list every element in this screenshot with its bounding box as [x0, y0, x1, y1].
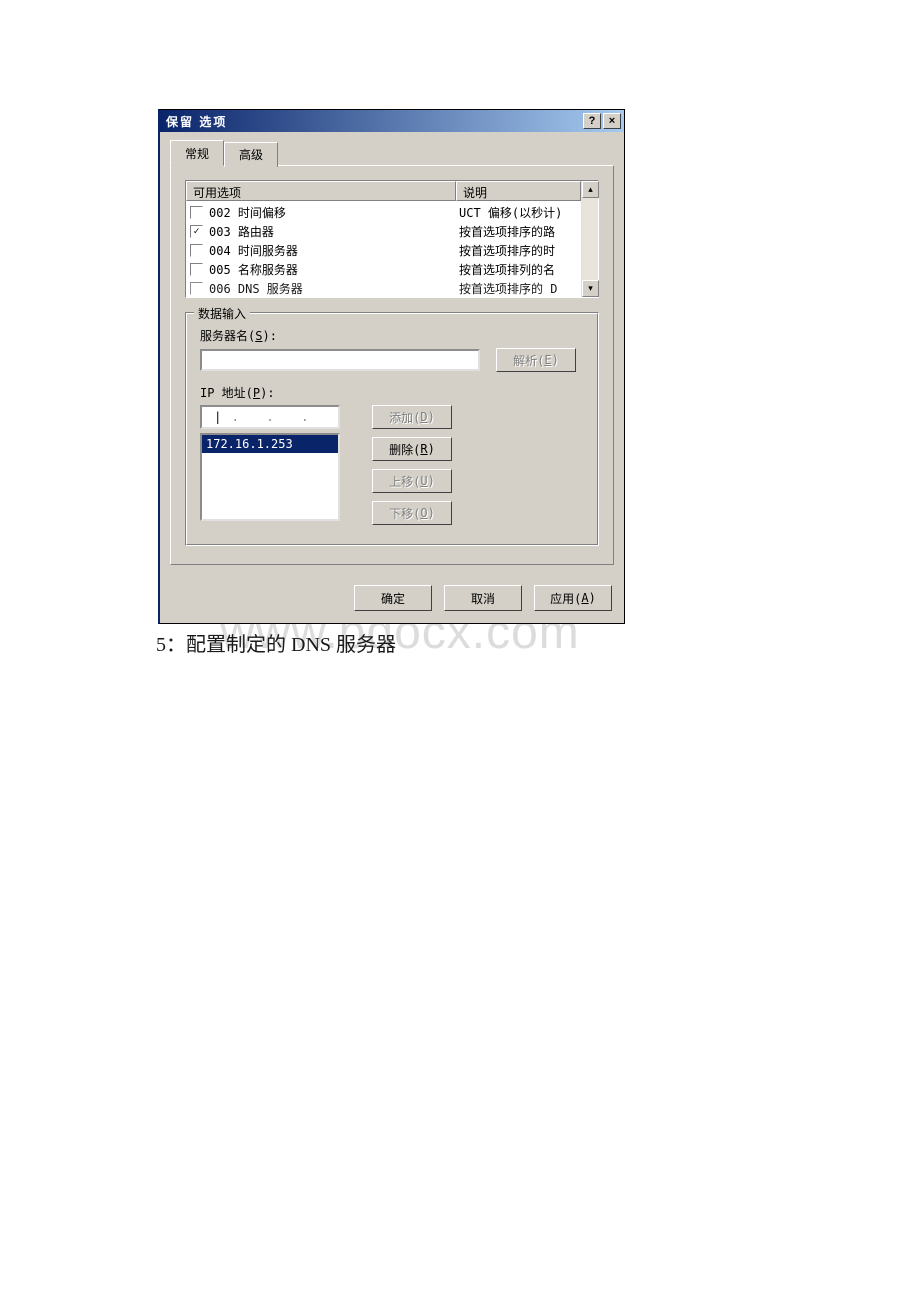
tab-strip: 常规 高级 [170, 140, 614, 165]
option-row-005[interactable]: 005 名称服务器 按首选项排列的名 [186, 260, 581, 279]
data-entry-legend: 数据输入 [194, 305, 250, 322]
option-row-002[interactable]: 002 时间偏移 UCT 偏移(以秒计) [186, 203, 581, 222]
server-name-input[interactable] [200, 349, 480, 371]
option-name: 004 时间服务器 [209, 242, 459, 259]
tab-advanced[interactable]: 高级 [224, 142, 278, 167]
page-caption: 5：配置制定的 DNS 服务器 [156, 628, 396, 657]
scroll-up-icon[interactable]: ▴ [582, 181, 599, 198]
server-name-label: 服务器名(S): [200, 327, 584, 344]
titlebar: 保留 选项 ? × [160, 110, 624, 132]
option-desc: UCT 偏移(以秒计) [459, 204, 577, 221]
scroll-down-icon[interactable]: ▾ [582, 280, 599, 297]
checkbox-005[interactable] [190, 263, 203, 276]
ip-address-list[interactable]: 172.16.1.253 [200, 433, 340, 521]
option-name: 006 DNS 服务器 [209, 280, 459, 297]
dialog-button-row: 确定 取消 应用(A) [160, 575, 624, 623]
ip-list-item-selected[interactable]: 172.16.1.253 [202, 435, 338, 453]
tab-general[interactable]: 常规 [170, 140, 224, 166]
move-down-button[interactable]: 下移(O) [372, 501, 452, 525]
resolve-button[interactable]: 解析(E) [496, 348, 576, 372]
options-header: 可用选项 说明 [186, 181, 581, 201]
remove-button[interactable]: 删除(R) [372, 437, 452, 461]
ip-address-label: IP 地址(P): [200, 384, 584, 401]
vertical-scrollbar[interactable]: ▴ ▾ [581, 181, 598, 297]
col-header-description[interactable]: 说明 [456, 181, 581, 201]
dialog-body: 常规 高级 可用选项 说明 002 时间偏移 UCT 偏移(以秒计) [160, 132, 624, 575]
cancel-button[interactable]: 取消 [444, 585, 522, 611]
option-desc: 按首选项排序的路 [459, 223, 577, 240]
checkbox-004[interactable] [190, 244, 203, 257]
option-desc: 按首选项排序的 D [459, 280, 577, 297]
checkbox-002[interactable] [190, 206, 203, 219]
dialog-title: 保留 选项 [166, 113, 581, 130]
option-row-003[interactable]: 003 路由器 按首选项排序的路 [186, 222, 581, 241]
apply-button[interactable]: 应用(A) [534, 585, 612, 611]
option-desc: 按首选项排序的时 [459, 242, 577, 259]
checkbox-003[interactable] [190, 225, 203, 238]
data-entry-group: 数据输入 服务器名(S): 解析(E) IP 地址(P): |. . . [185, 312, 599, 546]
reservation-options-dialog: 保留 选项 ? × 常规 高级 可用选项 说明 002 时间偏移 [158, 109, 625, 624]
option-desc: 按首选项排列的名 [459, 261, 577, 278]
add-button[interactable]: 添加(D) [372, 405, 452, 429]
option-row-006[interactable]: 006 DNS 服务器 按首选项排序的 D [186, 279, 581, 297]
option-name: 003 路由器 [209, 223, 459, 240]
ok-button[interactable]: 确定 [354, 585, 432, 611]
col-header-available[interactable]: 可用选项 [186, 181, 456, 201]
option-name: 002 时间偏移 [209, 204, 459, 221]
option-row-004[interactable]: 004 时间服务器 按首选项排序的时 [186, 241, 581, 260]
tab-panel-general: 可用选项 说明 002 时间偏移 UCT 偏移(以秒计) 003 路由器 按首选… [170, 165, 614, 565]
option-name: 005 名称服务器 [209, 261, 459, 278]
ip-address-input[interactable]: |. . . [200, 405, 340, 429]
help-button[interactable]: ? [583, 113, 601, 129]
available-options-list[interactable]: 可用选项 说明 002 时间偏移 UCT 偏移(以秒计) 003 路由器 按首选… [185, 180, 599, 298]
close-button[interactable]: × [603, 113, 621, 129]
move-up-button[interactable]: 上移(U) [372, 469, 452, 493]
checkbox-006[interactable] [190, 282, 203, 295]
